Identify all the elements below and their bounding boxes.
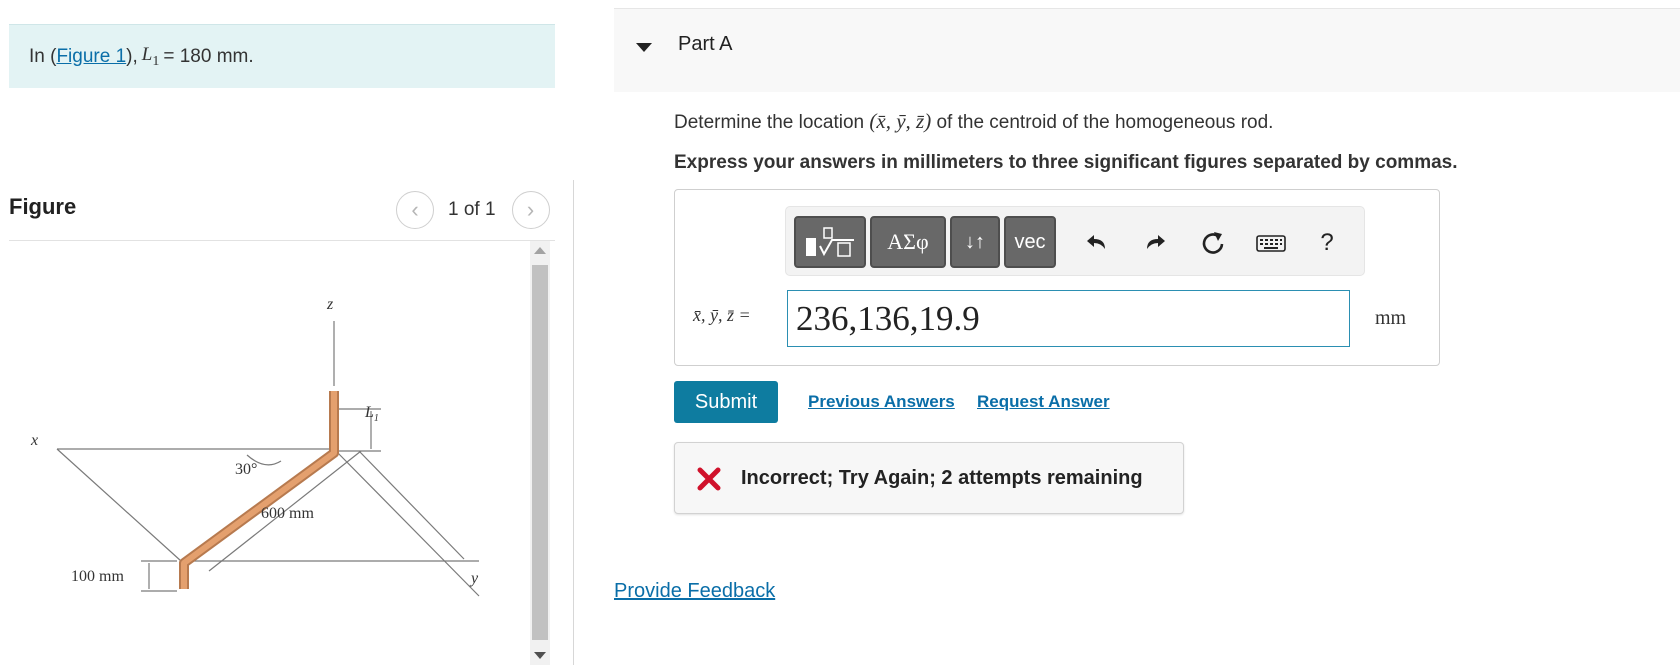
part-title: Part A: [678, 33, 733, 55]
feedback-box: Incorrect; Try Again; 2 attempts remaini…: [674, 442, 1184, 514]
previous-answers-link[interactable]: Previous Answers: [808, 392, 955, 412]
scroll-thumb[interactable]: [532, 265, 548, 640]
figure-link[interactable]: Figure 1: [56, 46, 126, 68]
chevron-left-icon[interactable]: ‹: [396, 191, 434, 229]
keyboard-icon[interactable]: [1252, 224, 1290, 262]
pager-count: 1 of 1: [448, 199, 496, 220]
length-600-label: 600 mm: [261, 505, 314, 522]
rod-diagram-svg: z x y L1 30° 600 mm 100 mm: [30, 296, 480, 597]
arrows-button[interactable]: ↓↑: [950, 216, 1000, 268]
guide-left: [56, 448, 182, 562]
undo-icon[interactable]: [1078, 224, 1116, 262]
intro-suffix: ),: [126, 45, 138, 67]
answer-label: x̄, ȳ, z̄ =: [693, 305, 751, 325]
incorrect-x-icon: [697, 467, 721, 491]
intro-prefix: In (: [29, 45, 57, 67]
question-text: Determine the location (x̄, ȳ, z̄) of th…: [674, 109, 1274, 133]
answer-unit: mm: [1375, 307, 1407, 329]
length-100-label: 100 mm: [71, 568, 124, 585]
submit-button[interactable]: Submit: [674, 381, 778, 423]
panel-divider-gap: [572, 0, 575, 180]
caret-down-icon[interactable]: [636, 43, 652, 52]
feedback-message: Incorrect; Try Again; 2 attempts remaini…: [741, 467, 1143, 489]
guide-right: [358, 450, 465, 560]
redo-icon[interactable]: [1136, 224, 1174, 262]
figure-diagram: z x y L1 30° 600 mm 100 mm: [9, 241, 529, 665]
greek-symbols-button[interactable]: ΑΣφ: [870, 216, 946, 268]
angle-label: 30°: [235, 461, 257, 478]
help-button[interactable]: ?: [1308, 224, 1346, 262]
scroll-up-arrow-icon[interactable]: [534, 247, 546, 254]
request-answer-link[interactable]: Request Answer: [977, 392, 1110, 412]
y-axis-line: [333, 448, 480, 597]
problem-intro: In ( Figure 1 ), L1 = 180 mm.: [9, 24, 555, 88]
figure-scrollbar[interactable]: [530, 241, 550, 665]
part-a-header[interactable]: Part A: [614, 8, 1680, 92]
x-axis-label: x: [30, 432, 38, 449]
intro-variable: L1: [141, 43, 160, 69]
reset-icon[interactable]: [1194, 224, 1232, 262]
answer-input[interactable]: 236,136,19.9: [787, 290, 1350, 347]
provide-feedback-link[interactable]: Provide Feedback: [614, 580, 775, 603]
z-axis-label: z: [326, 296, 334, 313]
answer-box: ΑΣφ ↓↑ vec ? x̄, ȳ, z̄ = 236,136,19.9 mm: [674, 189, 1440, 366]
math-toolbar: ΑΣφ ↓↑ vec ?: [785, 206, 1365, 276]
figure-pager: ‹ 1 of 1 ›: [396, 191, 550, 229]
vec-button[interactable]: vec: [1004, 216, 1056, 268]
scroll-down-arrow-icon[interactable]: [534, 652, 546, 659]
template-sqrt-icon[interactable]: [794, 216, 866, 268]
intro-equation: = 180 mm.: [163, 45, 254, 67]
chevron-right-icon[interactable]: ›: [511, 191, 550, 229]
instruction-text: Express your answers in millimeters to t…: [674, 152, 1458, 173]
y-axis-label: y: [469, 570, 479, 587]
figure-title: Figure: [9, 194, 77, 219]
